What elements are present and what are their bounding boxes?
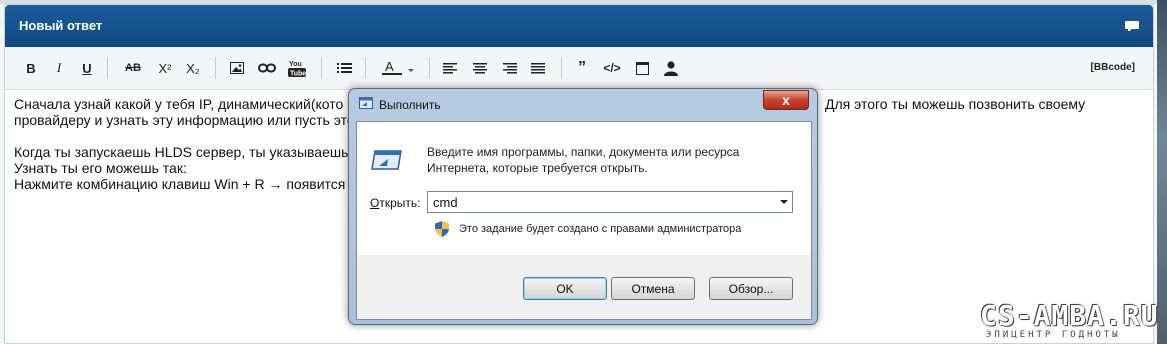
run-app-icon	[359, 97, 373, 109]
run-dialog-content: Введите имя программы, папки, документа …	[357, 122, 811, 255]
toolbar-separator	[215, 57, 216, 79]
svg-text:A: A	[385, 60, 394, 74]
bbcode-toggle[interactable]: [BBcode]	[1091, 62, 1135, 73]
run-dialog-title: Выполнить	[379, 98, 441, 112]
text-color-button[interactable]: A	[381, 57, 417, 79]
image-button[interactable]	[227, 57, 247, 79]
quote-button[interactable]: ”	[571, 57, 593, 79]
superscript-button[interactable]: X²	[153, 57, 177, 79]
list-button[interactable]	[333, 57, 355, 79]
align-center-button[interactable]	[469, 57, 491, 79]
run-description: Введите имя программы, папки, документа …	[427, 144, 739, 176]
link-icon	[258, 63, 276, 73]
spoiler-button[interactable]	[631, 57, 653, 79]
editor-toolbar: B I U AB X² X₂ You Tube A ” </> [BBcode]	[5, 47, 1153, 90]
underline-button[interactable]: U	[77, 57, 97, 79]
align-center-icon	[473, 62, 487, 73]
chevron-down-icon[interactable]	[780, 200, 788, 204]
toolbar-separator	[561, 57, 562, 79]
toolbar-separator	[107, 57, 108, 79]
align-left-icon	[443, 62, 457, 73]
ok-button[interactable]: OK	[523, 277, 607, 300]
svg-text:Tube: Tube	[290, 71, 306, 78]
close-button[interactable]: x	[763, 90, 809, 110]
open-label-text: ткрыть:	[379, 196, 421, 210]
subscript-button[interactable]: X₂	[181, 57, 205, 79]
editor-header: Новый ответ	[5, 5, 1153, 47]
code-button[interactable]: </>	[599, 57, 625, 79]
list-icon	[336, 63, 352, 73]
speech-bubble-icon[interactable]	[1125, 21, 1139, 31]
background-edge	[1157, 0, 1167, 344]
run-program-icon	[371, 150, 402, 170]
italic-button[interactable]: I	[49, 57, 69, 79]
youtube-icon: You Tube	[288, 61, 306, 78]
editor-title: Новый ответ	[19, 18, 103, 33]
bold-button[interactable]: B	[21, 57, 41, 79]
toolbar-separator	[321, 57, 322, 79]
toolbar-separator	[365, 57, 366, 79]
run-dialog-body: Введите имя программы, папки, документа …	[356, 121, 812, 320]
run-dialog: Выполнить x Введите имя программы, папки…	[348, 88, 818, 325]
message-line-continuation: Для этого ты можешь позвонить своему	[825, 96, 1086, 112]
browse-button[interactable]: Обзор...	[709, 277, 793, 300]
align-right-icon	[503, 62, 517, 73]
align-justify-icon	[531, 62, 545, 73]
run-description-line: Введите имя программы, папки, документа …	[427, 145, 740, 159]
svg-text:You: You	[289, 61, 302, 68]
font-color-icon: A	[382, 60, 414, 75]
open-label-accesskey: О	[370, 196, 380, 210]
user-mention-button[interactable]	[659, 57, 683, 79]
link-button[interactable]	[255, 57, 279, 79]
strikethrough-button[interactable]: AB	[121, 57, 145, 79]
cancel-button[interactable]: Отмена	[611, 277, 695, 300]
run-description-line: Интернета, которые требуется открыть.	[427, 161, 648, 175]
site-watermark: CS-AMBA.RU ЭПИЦЕНТР ГОДНОТЫ	[980, 299, 1159, 341]
spoiler-box-icon	[635, 61, 649, 75]
watermark-logo-text: CS-AMBA.RU	[980, 299, 1159, 332]
user-icon	[664, 60, 678, 76]
align-justify-button[interactable]	[527, 57, 549, 79]
align-left-button[interactable]	[439, 57, 461, 79]
youtube-button[interactable]: You Tube	[285, 57, 309, 79]
run-dialog-titlebar[interactable]: Выполнить x	[349, 89, 817, 117]
open-input[interactable]	[433, 195, 763, 210]
open-combobox[interactable]	[427, 191, 793, 213]
open-label: Открыть:	[370, 196, 420, 210]
align-right-button[interactable]	[499, 57, 521, 79]
image-icon	[230, 62, 244, 74]
admin-note: Это задание будет создано с правами адми…	[459, 223, 742, 235]
uac-shield-icon	[435, 221, 449, 237]
toolbar-separator	[429, 57, 430, 79]
